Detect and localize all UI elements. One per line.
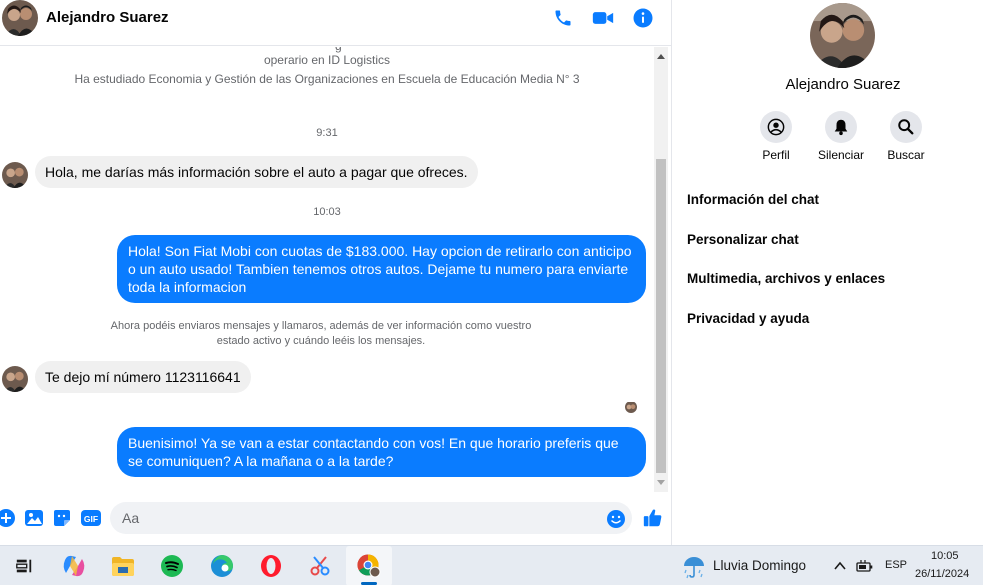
contact-avatar[interactable] bbox=[2, 0, 38, 36]
media-files-links-section[interactable]: Multimedia, archivos y enlaces bbox=[687, 271, 885, 286]
action-label: Perfil bbox=[762, 148, 790, 162]
edge-browser-icon[interactable] bbox=[208, 552, 236, 580]
battery-power-icon[interactable] bbox=[853, 552, 877, 580]
action-label: Buscar bbox=[887, 148, 925, 162]
weather-text[interactable]: Lluvia Domingo bbox=[713, 558, 806, 573]
image-icon[interactable] bbox=[24, 508, 44, 528]
scroll-thumb[interactable] bbox=[656, 159, 666, 473]
scroll-down-arrow-icon[interactable] bbox=[657, 480, 665, 485]
chat-info-section[interactable]: Información del chat bbox=[687, 192, 819, 207]
bell-icon bbox=[825, 111, 857, 143]
like-thumb-icon[interactable] bbox=[641, 506, 665, 530]
profile-icon bbox=[760, 111, 792, 143]
emoji-icon[interactable] bbox=[606, 509, 626, 529]
task-view-icon[interactable] bbox=[10, 552, 38, 580]
snipping-tool-icon[interactable] bbox=[306, 552, 334, 580]
outgoing-message[interactable]: Buenisimo! Ya se van a estar contactando… bbox=[117, 427, 646, 477]
plus-icon[interactable] bbox=[0, 508, 16, 528]
contact-avatar-small bbox=[2, 162, 28, 188]
app-window: Alejandro Suarez g operario en ID Logist… bbox=[0, 0, 983, 585]
copilot-icon[interactable] bbox=[60, 552, 88, 580]
gif-label: GIF bbox=[84, 514, 98, 524]
customize-chat-section[interactable]: Personalizar chat bbox=[687, 232, 799, 247]
seen-receipt-avatar bbox=[625, 401, 637, 413]
mute-action-button[interactable]: Silenciar bbox=[810, 111, 872, 162]
panel-contact-name: Alejandro Suarez bbox=[785, 76, 901, 93]
privacy-notice: Ahora podéis enviaros mensajes y llamaro… bbox=[110, 320, 532, 347]
profile-education: Ha estudiado Economia y Gestión de las O… bbox=[74, 72, 580, 86]
clock-time[interactable]: 10:05 bbox=[931, 550, 959, 562]
show-hidden-icons-chevron-icon[interactable] bbox=[828, 552, 852, 580]
windows-taskbar: Lluvia Domingo ESP 10:05 26/11/2024 bbox=[0, 545, 983, 585]
contact-profile-photo[interactable] bbox=[810, 3, 875, 68]
sticker-icon[interactable] bbox=[52, 508, 72, 528]
timestamp: 10:03 bbox=[313, 206, 341, 218]
contact-name[interactable]: Alejandro Suarez bbox=[46, 9, 169, 26]
contact-avatar-small bbox=[2, 366, 28, 392]
video-call-icon[interactable] bbox=[591, 6, 615, 30]
message-scrollbar[interactable] bbox=[654, 47, 668, 492]
opera-icon[interactable] bbox=[257, 552, 285, 580]
search-action-button[interactable]: Buscar bbox=[875, 111, 937, 162]
message-input[interactable] bbox=[110, 502, 632, 534]
incoming-message[interactable]: Te dejo mí número 1123116641 bbox=[35, 361, 251, 393]
gif-icon[interactable]: GIF bbox=[80, 508, 102, 528]
message-list[interactable]: g operario en ID Logistics Ha estudiado … bbox=[0, 47, 654, 492]
composer-bar: GIF bbox=[0, 496, 671, 542]
privacy-help-section[interactable]: Privacidad y ayuda bbox=[687, 311, 809, 326]
search-icon bbox=[890, 111, 922, 143]
file-explorer-icon[interactable] bbox=[109, 552, 137, 580]
phone-call-icon[interactable] bbox=[551, 6, 575, 30]
profile-action-button[interactable]: Perfil bbox=[745, 111, 807, 162]
chat-column: Alejandro Suarez g operario en ID Logist… bbox=[0, 0, 671, 545]
chat-info-panel: Alejandro Suarez Perfil Silenciar Buscar… bbox=[672, 0, 983, 545]
clock-date[interactable]: 26/11/2024 bbox=[915, 568, 969, 580]
profile-work: operario en ID Logistics bbox=[263, 53, 391, 67]
timestamp: 9:31 bbox=[316, 127, 338, 139]
incoming-message[interactable]: Hola, me darías más información sobre el… bbox=[35, 156, 478, 188]
input-language[interactable]: ESP bbox=[885, 559, 907, 571]
info-icon[interactable] bbox=[631, 6, 655, 30]
rain-weather-icon[interactable] bbox=[680, 553, 708, 581]
action-label: Silenciar bbox=[817, 148, 865, 162]
chrome-icon[interactable] bbox=[355, 552, 383, 580]
scroll-up-arrow-icon[interactable] bbox=[657, 54, 665, 59]
chat-header: Alejandro Suarez bbox=[0, 0, 671, 46]
outgoing-message[interactable]: Hola! Son Fiat Mobi con cuotas de $183.0… bbox=[117, 235, 646, 303]
spotify-icon[interactable] bbox=[158, 552, 186, 580]
